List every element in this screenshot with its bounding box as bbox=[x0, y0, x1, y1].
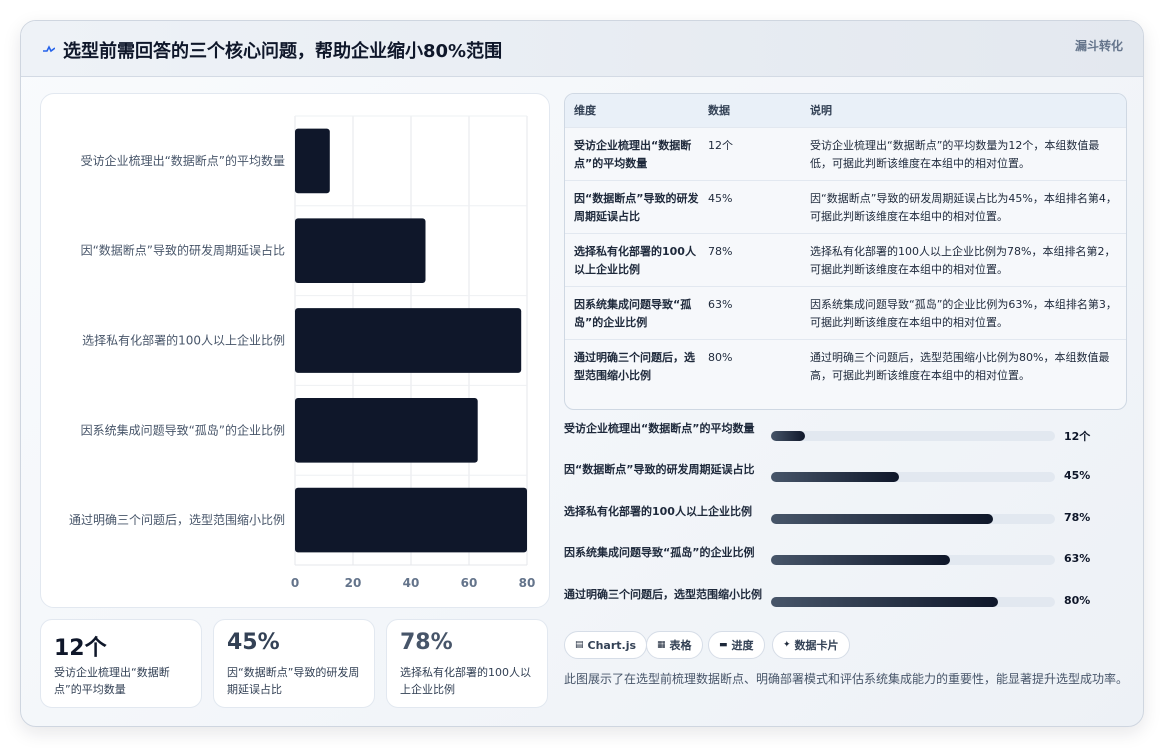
dimension-cell: 选择私有化部署的100人以上企业比例 bbox=[565, 232, 699, 286]
progress-value: 78% bbox=[1064, 511, 1091, 524]
chip-table[interactable]: ▦ 表格 bbox=[646, 631, 703, 659]
column-header: 数据 bbox=[708, 104, 730, 118]
stat-label: 受访企业梳理出“数据断点”的平均数量 bbox=[54, 666, 170, 696]
bar bbox=[295, 487, 527, 553]
progress-fill bbox=[771, 472, 899, 482]
note-cell: 受访企业梳理出“数据断点”的平均数量为12个，本组数值最低，可据此判断该维度在本… bbox=[801, 126, 1126, 180]
table-row: 通过明确三个问题后，选型范围缩小比例 80% 通过明确三个问题后，选型范围缩小比… bbox=[565, 338, 1126, 392]
progress-label: 受访企业梳理出“数据断点”的平均数量 bbox=[564, 422, 755, 435]
progress-label: 通过明确三个问题后，选型范围缩小比例 bbox=[564, 588, 762, 601]
x-tick-label: 80 bbox=[519, 576, 536, 590]
y-category-label: 通过明确三个问题后，选型范围缩小比例 bbox=[69, 512, 285, 527]
dimension-cell: 受访企业梳理出“数据断点”的平均数量 bbox=[565, 126, 699, 180]
chart-icon: ▤ bbox=[575, 640, 584, 650]
value-cell: 80% bbox=[699, 338, 801, 392]
sparkle-icon: ✦ bbox=[783, 640, 791, 650]
progress-row: 通过明确三个问题后，选型范围缩小比例 80% bbox=[564, 587, 1127, 623]
progress-label: 因系统集成问题导致“孤岛”的企业比例 bbox=[564, 546, 755, 559]
progress-fill bbox=[771, 431, 806, 441]
progress-icon: ▬ bbox=[719, 640, 728, 650]
stat-card: 45% 因“数据断点”导致的研发周期延误占比 bbox=[213, 619, 375, 708]
dashboard-card: 选型前需回答的三个核心问题，帮助企业缩小80%范围 漏斗转化 0 20 40 60 80… bbox=[20, 20, 1144, 727]
progress-row: 受访企业梳理出“数据断点”的平均数量 12个 bbox=[564, 421, 1127, 457]
progress-fill bbox=[771, 597, 999, 607]
table-icon: ▦ bbox=[657, 640, 666, 650]
bar-chart-panel: 0 20 40 60 80 受访企业梳理出“数据断点”的平均数量 因“数据断点”导致的研发周… bbox=[40, 93, 550, 608]
note-cell: 选择私有化部署的100人以上企业比例为78%，本组排名第2，可据此判断该维度在本… bbox=[801, 232, 1126, 286]
stat-label: 因“数据断点”导致的研发周期延误占比 bbox=[227, 666, 360, 696]
chip-chartjs[interactable]: ▤ Chart.js bbox=[564, 631, 648, 659]
stat-label: 选择私有化部署的100人以上企业比例 bbox=[400, 666, 531, 696]
x-tick-label: 60 bbox=[461, 576, 478, 590]
stat-value: 45% bbox=[227, 630, 280, 655]
note-cell: 通过明确三个问题后，选型范围缩小比例为80%，本组数值最高，可据此判断该维度在本… bbox=[801, 338, 1126, 392]
chip-label: 表格 bbox=[669, 639, 692, 652]
pulse-icon bbox=[43, 45, 55, 53]
progress-row: 选择私有化部署的100人以上企业比例 78% bbox=[564, 504, 1127, 540]
x-tick-label: 0 bbox=[291, 576, 299, 590]
dimension-cell: 因系统集成问题导致“孤岛”的企业比例 bbox=[565, 285, 699, 339]
data-table: 维度 数据 说明 受访企业梳理出“数据断点”的平均数量 12个 受访企业梳理出“… bbox=[564, 93, 1127, 410]
x-tick-label: 40 bbox=[403, 576, 420, 590]
progress-track bbox=[771, 472, 1055, 482]
chart-description: 此图展示了在选型前梳理数据断点、明确部署模式和评估系统集成能力的重要性，能显著提… bbox=[564, 672, 1129, 686]
chip-data-card[interactable]: ✦ 数据卡片 bbox=[772, 631, 850, 659]
chip-label: Chart.js bbox=[587, 638, 637, 652]
table-row: 受访企业梳理出“数据断点”的平均数量 12个 受访企业梳理出“数据断点”的平均数… bbox=[565, 126, 1126, 180]
bar-chart: 0 20 40 60 80 受访企业梳理出“数据断点”的平均数量因“数据断点”导致的研发周… bbox=[69, 115, 536, 590]
progress-fill bbox=[771, 555, 950, 565]
value-cell: 45% bbox=[699, 179, 801, 233]
column-header: 说明 bbox=[810, 104, 832, 118]
y-category-label: 受访企业梳理出“数据断点”的平均数量 bbox=[81, 153, 285, 168]
progress-track bbox=[771, 555, 1055, 565]
stat-value: 78% bbox=[400, 630, 453, 655]
page-title: 选型前需回答的三个核心问题，帮助企业缩小80%范围 bbox=[63, 41, 503, 62]
value-cell: 63% bbox=[699, 285, 801, 339]
chip-progress[interactable]: ▬ 进度 bbox=[708, 631, 765, 659]
progress-track bbox=[771, 514, 1055, 524]
progress-label: 选择私有化部署的100人以上企业比例 bbox=[564, 505, 752, 518]
note-cell: 因“数据断点”导致的研发周期延误占比为45%，本组排名第4，可据此判断该维度在本… bbox=[801, 179, 1126, 233]
progress-value: 63% bbox=[1064, 552, 1091, 565]
dimension-cell: 通过明确三个问题后，选型范围缩小比例 bbox=[565, 338, 699, 392]
value-cell: 12个 bbox=[699, 126, 801, 180]
progress-value: 80% bbox=[1064, 594, 1091, 607]
note-cell: 因系统集成问题导致“孤岛”的企业比例为63%，本组排名第3，可据此判断该维度在本… bbox=[801, 285, 1126, 339]
stat-card: 78% 选择私有化部署的100人以上企业比例 bbox=[386, 619, 548, 708]
table-row: 选择私有化部署的100人以上企业比例 78% 选择私有化部署的100人以上企业比… bbox=[565, 232, 1126, 286]
stat-value: 12个 bbox=[54, 636, 107, 661]
bar bbox=[295, 218, 426, 284]
progress-row: 因系统集成问题导致“孤岛”的企业比例 63% bbox=[564, 545, 1127, 581]
table-header-row: 维度 数据 说明 bbox=[565, 94, 1126, 127]
header-bar: 选型前需回答的三个核心问题，帮助企业缩小80%范围 漏斗转化 bbox=[21, 21, 1143, 77]
y-category-label: 因“数据断点”导致的研发周期延误占比 bbox=[81, 243, 285, 258]
chip-label: 数据卡片 bbox=[794, 639, 839, 652]
chip-label: 进度 bbox=[731, 639, 754, 652]
bar bbox=[295, 128, 330, 194]
progress-track bbox=[771, 431, 1055, 441]
column-header: 维度 bbox=[574, 104, 596, 118]
progress-label: 因“数据断点”导致的研发周期延误占比 bbox=[564, 463, 755, 476]
progress-value: 45% bbox=[1064, 469, 1091, 482]
category-tag: 漏斗转化 bbox=[1074, 39, 1123, 53]
bar bbox=[295, 308, 522, 373]
y-category-label: 因系统集成问题导致“孤岛”的企业比例 bbox=[81, 422, 285, 437]
bar bbox=[295, 397, 478, 463]
y-category-label: 选择私有化部署的100人以上企业比例 bbox=[82, 333, 285, 348]
table-row: 因系统集成问题导致“孤岛”的企业比例 63% 因系统集成问题导致“孤岛”的企业比… bbox=[565, 285, 1126, 339]
progress-track bbox=[771, 597, 1055, 607]
progress-fill bbox=[771, 514, 993, 524]
x-tick-label: 20 bbox=[345, 576, 362, 590]
table-row: 因“数据断点”导致的研发周期延误占比 45% 因“数据断点”导致的研发周期延误占… bbox=[565, 179, 1126, 233]
stat-card: 12个 受访企业梳理出“数据断点”的平均数量 bbox=[40, 619, 202, 708]
progress-row: 因“数据断点”导致的研发周期延误占比 45% bbox=[564, 462, 1127, 498]
progress-value: 12个 bbox=[1064, 430, 1091, 443]
value-cell: 78% bbox=[699, 232, 801, 286]
dimension-cell: 因“数据断点”导致的研发周期延误占比 bbox=[565, 179, 699, 233]
